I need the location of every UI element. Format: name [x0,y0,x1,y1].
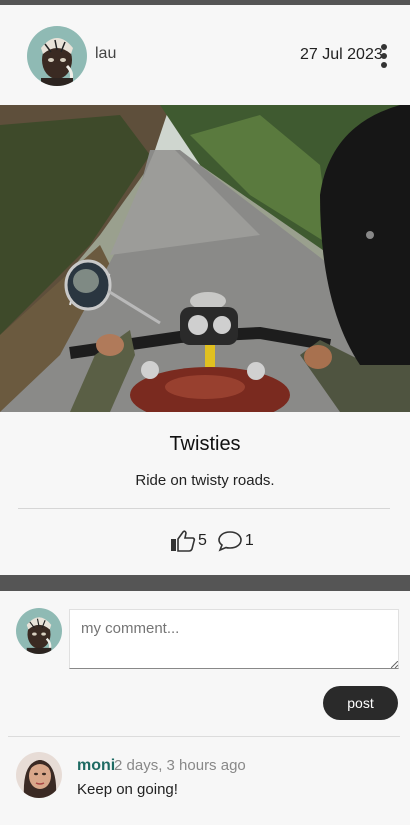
post-title: Twisties [169,433,241,455]
resize-handle-icon[interactable] [391,661,398,668]
post-comment-button[interactable]: post [323,686,398,720]
comment-text: Keep on going! [77,781,178,798]
section-separator [0,575,410,591]
comment-author-avatar[interactable] [16,752,62,798]
like-count: 5 [198,532,207,549]
divider [8,736,400,737]
reactions-bar: 5 1 [170,527,254,555]
more-options-icon[interactable] [378,44,390,68]
author-avatar[interactable] [27,26,87,86]
comment-author[interactable]: moni [77,757,115,775]
post-card: lau 27 Jul 2023 Twisties Ride on twisty … [0,5,410,575]
author-username[interactable]: lau [95,45,116,63]
comment-time: 2 days, 3 hours ago [114,757,246,774]
current-user-avatar [16,608,62,654]
post-date: 27 Jul 2023 [300,46,383,63]
comment-button[interactable]: 1 [217,530,254,552]
post-description: Ride on twisty roads. [135,472,275,489]
comment-input[interactable] [69,609,399,669]
divider [18,508,390,509]
post-image [0,105,410,412]
thumbs-up-icon [171,530,196,552]
speech-bubble-icon [218,531,242,552]
like-button[interactable]: 5 [170,530,207,552]
comment-count: 1 [244,532,254,549]
